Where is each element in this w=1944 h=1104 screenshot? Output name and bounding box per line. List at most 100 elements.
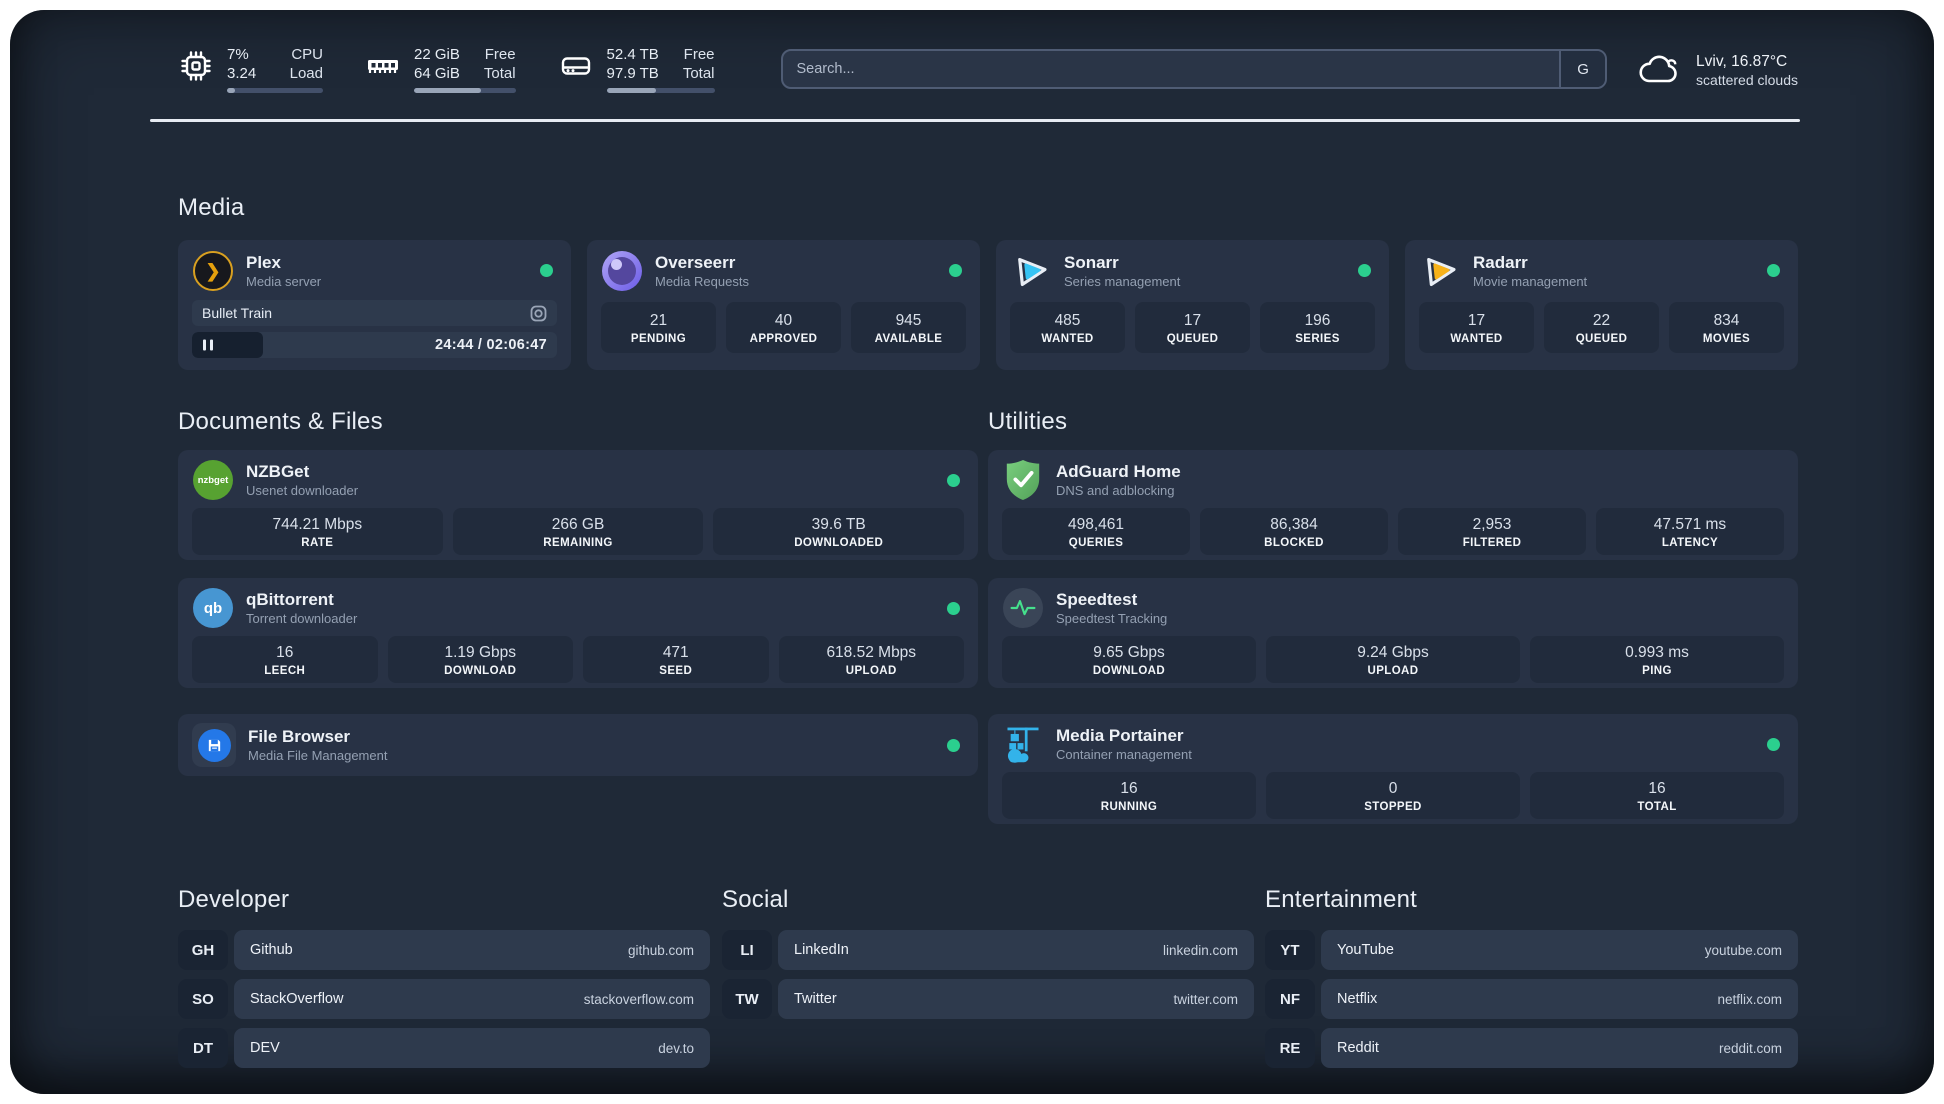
- app-card-adguard[interactable]: AdGuard Home DNS and adblocking 498,461 Q…: [988, 450, 1798, 560]
- link-badge: SO: [178, 979, 228, 1019]
- stat-tile: 40 APPROVED: [726, 302, 841, 353]
- app-card-plex[interactable]: ❯ Plex Media server Bullet Train 24:44 /…: [178, 240, 571, 370]
- stat-tile: 16 TOTAL: [1530, 772, 1784, 819]
- ram-values: 22 GiB 64 GiB: [414, 46, 460, 82]
- link-row-youtube[interactable]: YT YouTube youtube.com: [1265, 930, 1798, 970]
- stat-tile: 1.19 Gbps DOWNLOAD: [387, 636, 573, 683]
- link-badge: DT: [178, 1028, 228, 1068]
- app-name: Overseerr: [655, 252, 736, 272]
- playback-time: 24:44 / 02:06:47: [434, 337, 547, 353]
- section-title-developer: Developer: [178, 886, 290, 913]
- app-name: Radarr: [1473, 252, 1528, 272]
- app-name: NZBGet: [246, 461, 310, 481]
- filebrowser-icon: [192, 723, 236, 767]
- stat-tile: 17 QUEUED: [1135, 302, 1250, 353]
- link-row-twitter[interactable]: TW Twitter twitter.com: [722, 979, 1254, 1019]
- app-card-qbittorrent[interactable]: qb qBittorrent Torrent downloader 16 LEEC…: [178, 578, 978, 688]
- app-subtitle: Media Requests: [655, 273, 749, 289]
- link-row-linkedin[interactable]: LI LinkedIn linkedin.com: [722, 930, 1254, 970]
- stat-tile: 86,384 BLOCKED: [1200, 508, 1388, 555]
- nzbget-icon: nzbget: [193, 460, 233, 500]
- ram-usage-bar: [414, 88, 516, 93]
- section-title-documents: Documents & Files: [178, 408, 383, 435]
- app-name: AdGuard Home: [1056, 461, 1181, 481]
- entertainment-links: YT YouTube youtube.com NF Netflix netflix.…: [1265, 930, 1798, 1077]
- ram-labels: Free Total: [483, 46, 516, 82]
- weather-condition: scattered clouds: [1696, 71, 1798, 88]
- cpu-labels: CPU Load: [289, 46, 323, 82]
- stat-tile: 16 RUNNING: [1002, 772, 1256, 819]
- link-row-netflix[interactable]: NF Netflix netflix.com: [1265, 979, 1798, 1019]
- app-subtitle: Series management: [1064, 273, 1181, 289]
- documents-column: nzbget NZBGet Usenet downloader 744.21 M…: [178, 450, 978, 776]
- link-row-reddit[interactable]: RE Reddit reddit.com: [1265, 1028, 1798, 1068]
- link-row-dev[interactable]: DT DEV dev.to: [178, 1028, 710, 1068]
- app-subtitle: Media File Management: [248, 747, 388, 763]
- stat-tile: 22 QUEUED: [1544, 302, 1659, 353]
- app-card-speedtest[interactable]: Speedtest Speedtest Tracking 9.65 Gbps DO…: [988, 578, 1798, 688]
- ram-icon: [368, 60, 398, 73]
- social-links: LI LinkedIn linkedin.com TW Twitter twitte…: [722, 930, 1254, 1028]
- app-card-filebrowser[interactable]: File Browser Media File Management: [178, 714, 978, 776]
- utilities-column: AdGuard Home DNS and adblocking 498,461 Q…: [988, 450, 1798, 824]
- link-badge: RE: [1265, 1028, 1315, 1068]
- search-engine-button[interactable]: G: [1559, 51, 1606, 87]
- link-row-github[interactable]: GH Github github.com: [178, 930, 710, 970]
- app-card-portainer[interactable]: Media Portainer Container management 16 R…: [988, 714, 1798, 824]
- top-bar: 7% 3.24 CPU Load 22 GiB 64 GiB Free Total: [178, 40, 1798, 98]
- link-name: Reddit: [1337, 1040, 1379, 1056]
- link-name: Github: [250, 942, 293, 958]
- search-input[interactable]: [782, 51, 1560, 87]
- stat-tile: 744.21 Mbps RATE: [192, 508, 443, 555]
- session-camera-icon: [530, 305, 547, 321]
- link-name: LinkedIn: [794, 942, 849, 958]
- now-playing-title: Bullet Train: [202, 305, 273, 321]
- media-cards-row: ❯ Plex Media server Bullet Train 24:44 /…: [178, 240, 1798, 370]
- disk-stat: 52.4 TB 97.9 TB Free Total: [558, 45, 715, 93]
- adguard-icon: [1006, 460, 1040, 500]
- app-card-nzbget[interactable]: nzbget NZBGet Usenet downloader 744.21 M…: [178, 450, 978, 560]
- link-url: linkedin.com: [1162, 942, 1238, 958]
- weather-widget: Lviv, 16.87°C scattered clouds: [1637, 51, 1798, 88]
- link-url: reddit.com: [1718, 1040, 1782, 1056]
- app-card-radarr[interactable]: Radarr Movie management 17 WANTED 22 QUEUE…: [1405, 240, 1798, 370]
- plex-icon: ❯: [193, 251, 233, 291]
- stat-tile: 0.993 ms PING: [1530, 636, 1784, 683]
- cpu-values: 7% 3.24: [227, 46, 257, 82]
- stat-tile: 0 STOPPED: [1266, 772, 1520, 819]
- link-row-stackoverflow[interactable]: SO StackOverflow stackoverflow.com: [178, 979, 710, 1019]
- section-title-entertainment: Entertainment: [1265, 886, 1418, 913]
- link-badge: YT: [1265, 930, 1315, 970]
- app-name: Plex: [246, 252, 281, 272]
- status-online-dot: [1358, 264, 1371, 277]
- disk-values: 52.4 TB 97.9 TB: [606, 46, 659, 82]
- ram-stat: 22 GiB 64 GiB Free Total: [365, 45, 516, 93]
- app-name: Media Portainer: [1056, 725, 1184, 745]
- status-online-dot: [540, 264, 553, 277]
- stat-tile: 16 LEECH: [192, 636, 378, 683]
- search-bar: G: [780, 49, 1608, 89]
- app-subtitle: Speedtest Tracking: [1056, 610, 1168, 626]
- app-card-sonarr[interactable]: Sonarr Series management 485 WANTED 17 QUE…: [996, 240, 1389, 370]
- topbar-divider: [150, 119, 1800, 122]
- cpu-stat: 7% 3.24 CPU Load: [178, 45, 323, 93]
- disk-usage-bar: [606, 88, 715, 93]
- status-online-dot: [949, 264, 962, 277]
- weather-location: Lviv, 16.87°C: [1696, 52, 1788, 70]
- disk-labels: Free Total: [682, 46, 715, 82]
- link-name: Netflix: [1337, 991, 1378, 1007]
- link-badge: GH: [178, 930, 228, 970]
- link-name: StackOverflow: [250, 991, 344, 1007]
- app-card-overseerr[interactable]: Overseerr Media Requests 21 PENDING 40 APP…: [587, 240, 980, 370]
- qbittorrent-icon: qb: [193, 588, 233, 628]
- link-url: github.com: [627, 942, 694, 958]
- link-url: youtube.com: [1704, 942, 1782, 958]
- stat-tile: 945 AVAILABLE: [851, 302, 966, 353]
- status-online-dot: [947, 474, 960, 487]
- now-playing-bar: Bullet Train: [192, 300, 557, 326]
- app-subtitle: Movie management: [1473, 273, 1588, 289]
- stat-tile: 9.24 Gbps UPLOAD: [1266, 636, 1520, 683]
- link-name: YouTube: [1337, 942, 1394, 958]
- stat-tile: 471 SEED: [583, 636, 769, 683]
- app-subtitle: DNS and adblocking: [1056, 482, 1175, 498]
